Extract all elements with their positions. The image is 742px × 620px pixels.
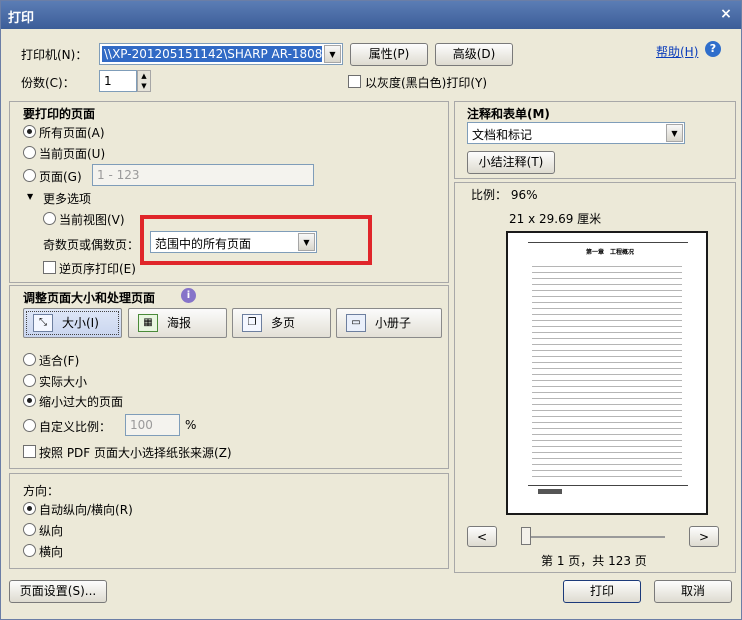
pages-title: 要打印的页面 [23,107,96,121]
pdf-source-label: 按照 PDF 页面大小选择纸张来源(Z) [39,446,232,460]
copies-label: 份数(C)： [21,76,75,90]
preview-footer-rule [528,485,688,486]
grayscale-label: 以灰度(黑白色)打印(Y) [365,76,488,90]
print-dialog: 打印 × 打印机(N)： \\XP-201205151142\SHARP AR-… [0,0,742,620]
scale-label: 比例： 96% [471,188,538,202]
landscape-radio[interactable] [23,544,36,557]
close-icon[interactable]: × [717,5,735,23]
printer-value: \\XP-201205151142\SHARP AR-1808S [102,46,322,62]
preview-logo [538,489,562,494]
reverse-order-label: 逆页序打印(E) [59,262,136,276]
page-slider-track[interactable] [531,536,665,538]
copies-stepper[interactable]: ▲ ▼ [137,70,151,92]
highlight-box [140,215,372,265]
preview-heading: 第一章 工程概况 [586,249,635,256]
custom-scale-input[interactable]: 100 [125,414,180,436]
fit-label: 适合(F) [39,354,80,368]
orientation-title: 方向： [23,484,60,498]
grayscale-checkbox[interactable] [348,75,361,88]
annotations-title: 注释和表单(M) [467,107,550,121]
annotations-value: 文档和标记 [472,128,533,142]
sizing-title: 调整页面大小和处理页面 [23,291,156,305]
multi-page-icon: ❐ [242,314,262,332]
advanced-button[interactable]: 高级(D) [435,43,513,66]
properties-button[interactable]: 属性(P) [350,43,428,66]
current-view-label: 当前视图(V) [59,213,125,227]
poster-icon: ▦ [138,314,158,332]
printer-select[interactable]: \\XP-201205151142\SHARP AR-1808S ▼ [99,43,343,65]
all-pages-radio[interactable] [23,125,36,138]
booklet-icon: ▭ [346,314,366,332]
reverse-order-checkbox[interactable] [43,261,56,274]
portrait-radio[interactable] [23,523,36,536]
chevron-down-icon[interactable]: ▼ [324,45,341,63]
booklet-button[interactable]: ▭ 小册子 [336,308,442,338]
page-slider-thumb[interactable] [521,527,531,545]
page-range-label: 页面(G) [39,170,82,184]
current-page-label: 当前页面(U) [39,147,106,161]
shrink-label: 缩小过大的页面 [39,395,124,409]
more-options-label[interactable]: 更多选项 [43,190,91,207]
auto-orientation-label: 自动纵向/横向(R) [39,503,133,517]
cancel-button[interactable]: 取消 [654,580,732,603]
preview-header-rule [528,242,688,243]
page-range-input[interactable]: 1 - 123 [92,164,314,186]
poster-button[interactable]: ▦ 海报 [128,308,227,338]
dimensions-label: 21 x 29.69 厘米 [509,212,602,226]
info-icon[interactable]: i [181,288,196,303]
portrait-label: 纵向 [39,524,64,538]
custom-scale-label: 自定义比例： [39,420,112,434]
page-range-radio[interactable] [23,169,36,182]
print-button[interactable]: 打印 [563,580,641,603]
current-view-radio[interactable] [43,212,56,225]
copies-input[interactable]: 1 [99,70,137,92]
annotations-select[interactable]: 文档和标记 ▼ [467,122,685,144]
prev-page-button[interactable]: < [467,526,497,547]
page-info: 第 1 页，共 123 页 [541,554,647,568]
title-bar: 打印 × [1,1,741,29]
help-icon[interactable]: ? [705,41,721,57]
fit-radio[interactable] [23,353,36,366]
summarize-button[interactable]: 小结注释(T) [467,151,555,174]
page-setup-button[interactable]: 页面设置(S)... [9,580,107,603]
custom-scale-radio[interactable] [23,419,36,432]
pdf-source-checkbox[interactable] [23,445,36,458]
current-page-radio[interactable] [23,146,36,159]
percent-label: % [185,418,197,432]
auto-orientation-radio[interactable] [23,502,36,515]
actual-size-radio[interactable] [23,374,36,387]
expand-triangle-icon[interactable]: ▼ [27,192,33,201]
chevron-down-icon[interactable]: ▼ [666,124,683,142]
actual-size-label: 实际大小 [39,375,88,389]
preview-text-lines [532,261,682,481]
next-page-button[interactable]: > [689,526,719,547]
resize-icon: ⤡ [33,314,53,332]
dialog-title: 打印 [8,11,35,26]
landscape-label: 横向 [39,545,64,559]
page-preview: 第一章 工程概况 [506,231,708,515]
multi-page-button[interactable]: ❐ 多页 [232,308,331,338]
printer-label: 打印机(N)： [21,48,88,62]
odd-even-label: 奇数页或偶数页： [43,238,140,252]
size-button[interactable]: ⤡ 大小(I) [23,308,122,338]
all-pages-label: 所有页面(A) [39,126,105,140]
shrink-radio[interactable] [23,394,36,407]
orientation-panel [9,473,449,569]
help-link[interactable]: 帮助(H) [656,43,698,60]
